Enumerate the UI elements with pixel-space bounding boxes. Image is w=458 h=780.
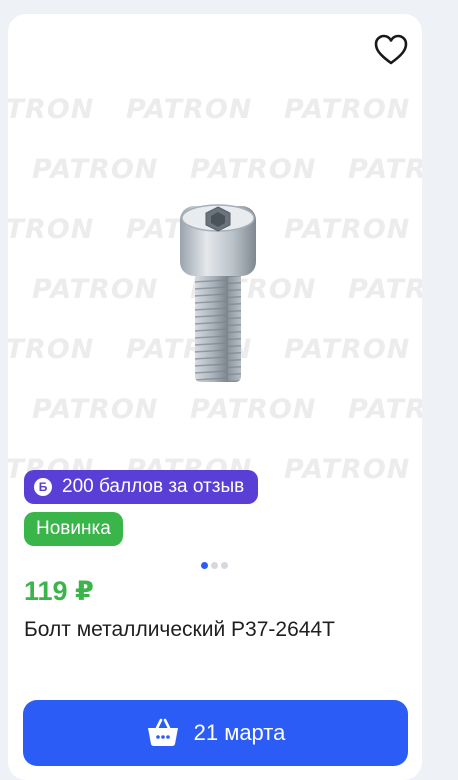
product-price: 119 ₽ [24,576,94,606]
watermark-text: PATRON [126,94,253,125]
pagination-dot-active[interactable] [201,562,208,569]
gallery-pagination[interactable] [201,562,228,569]
new-badge-label: Новинка [36,518,111,539]
watermark-text: PATRON [284,334,411,365]
pagination-dot[interactable] [221,562,228,569]
product-image-gallery[interactable]: PATRON PATRON PATRON PATRON PATRON PATRON PA… [8,84,422,504]
watermark-text: PATRON [284,94,411,125]
points-badge-label: 200 баллов за отзыв [62,476,245,497]
watermark-text: PATRON [8,94,95,125]
watermark-text: PATRON [8,334,95,365]
heart-icon [374,34,408,65]
product-title[interactable]: Болт металлический P37-2644T [24,618,335,642]
watermark-text: PATRON [284,214,411,245]
pagination-dot[interactable] [211,562,218,569]
add-to-cart-button[interactable]: 21 марта [23,700,408,766]
watermark-text: PATRON [8,214,95,245]
watermark-text: PATRON [348,394,422,425]
bolt-product-image [180,204,256,382]
watermark-text: PATRON [348,154,422,185]
watermark-text: PATRON [190,154,317,185]
bonus-points-icon: Б [34,478,52,496]
watermark-text: PATRON [32,394,159,425]
watermark-text: PATRON [190,394,317,425]
favorite-button[interactable] [372,32,410,68]
watermark-text: PATRON [284,454,411,485]
watermark-text: PATRON [32,274,159,305]
watermark-text: PATRON [32,154,159,185]
new-badge: Новинка [24,512,123,546]
delivery-date-label: 21 марта [193,720,286,745]
review-points-badge: Б 200 баллов за отзыв [24,470,259,504]
watermark-text: PATRON [348,274,422,305]
product-card[interactable]: PATRON PATRON PATRON PATRON PATRON PATRON PA… [8,14,422,780]
basket-icon [146,718,180,748]
